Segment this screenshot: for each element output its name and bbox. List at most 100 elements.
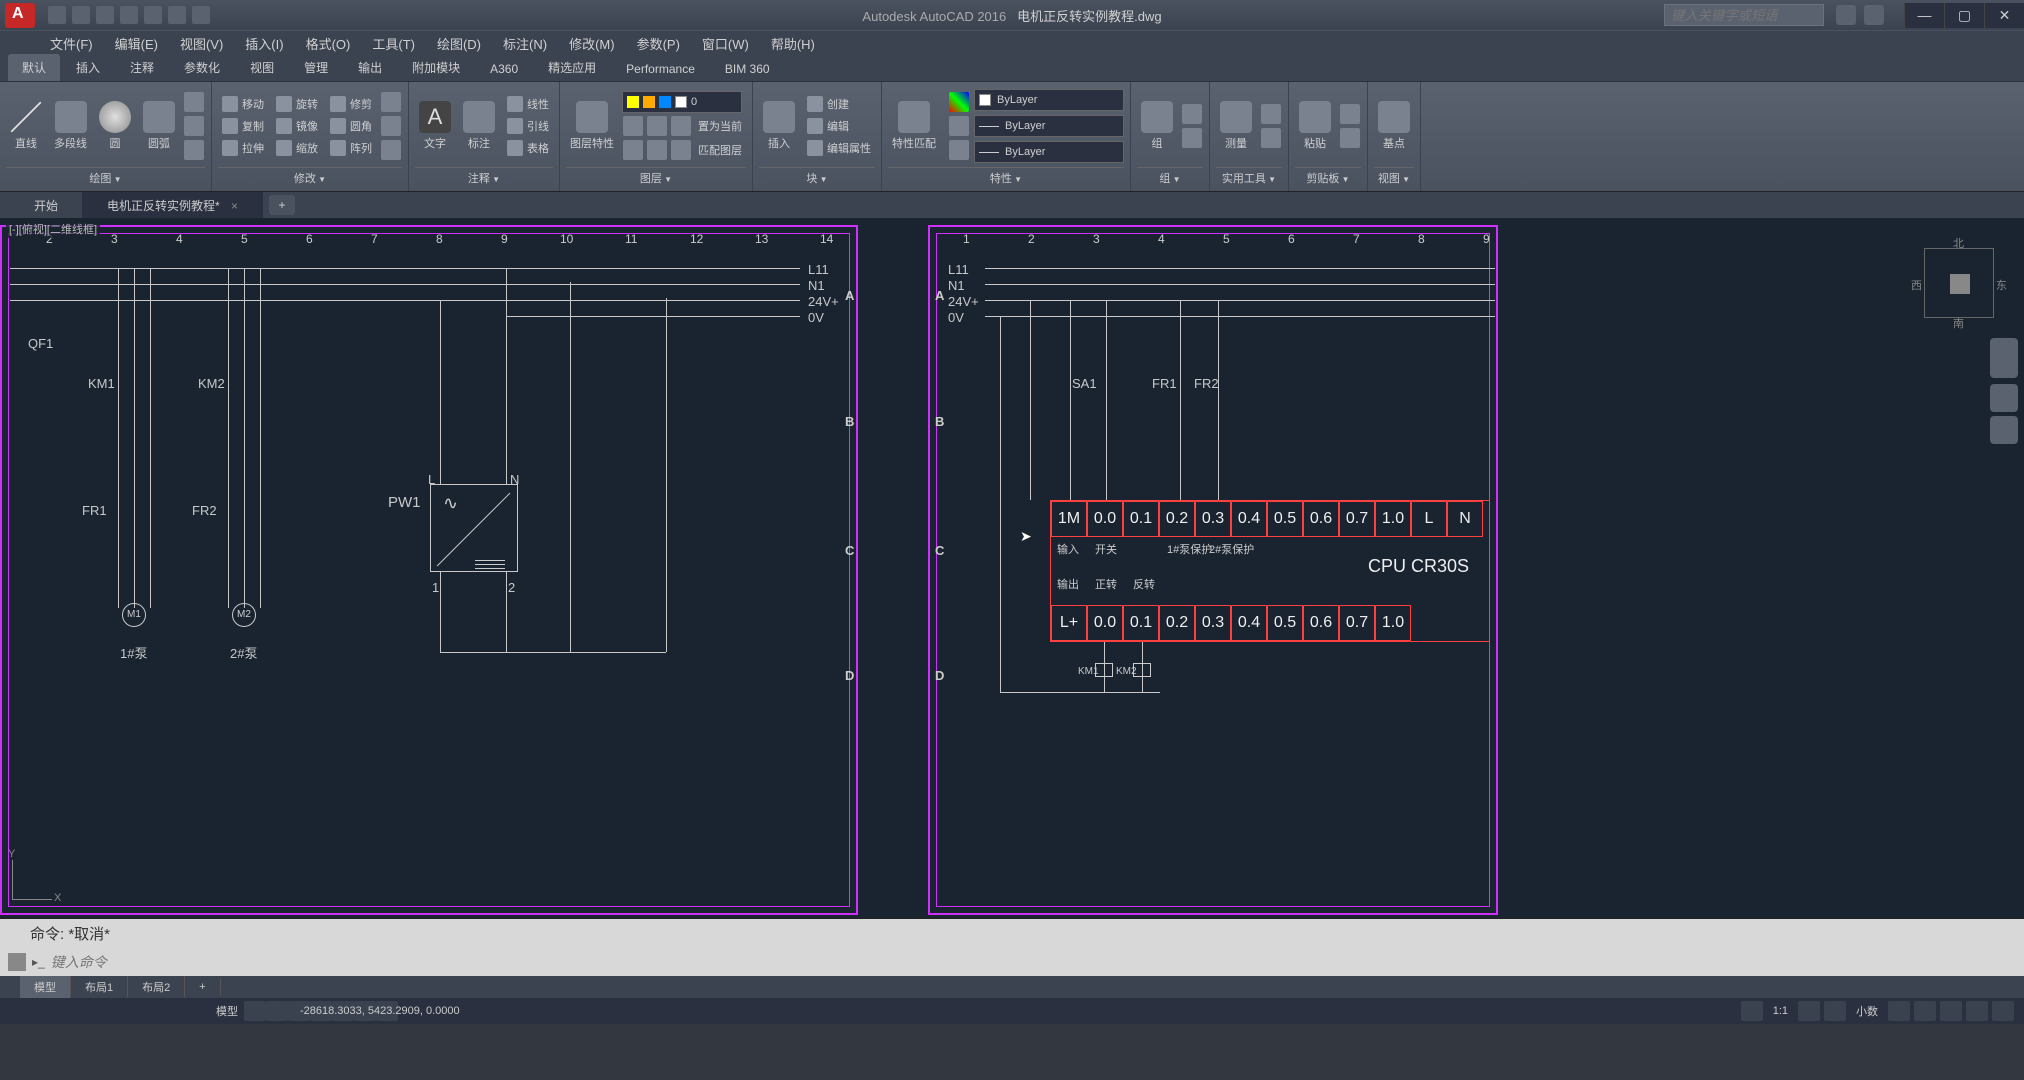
copy-button[interactable]: 复制: [218, 116, 268, 136]
menu-tools[interactable]: 工具(T): [362, 30, 425, 57]
rtab-a360[interactable]: A360: [476, 57, 532, 81]
rtab-bim360[interactable]: BIM 360: [711, 57, 784, 81]
panel-utilities-title[interactable]: 实用工具: [1216, 167, 1282, 188]
offset-icon[interactable]: [381, 140, 401, 160]
tab-layout-add[interactable]: +: [185, 978, 220, 996]
tab-start[interactable]: 开始: [10, 192, 83, 219]
menu-file[interactable]: 文件(F): [40, 30, 103, 57]
leader-button[interactable]: 引线: [503, 116, 553, 136]
dimension-button[interactable]: 标注: [459, 99, 499, 153]
plot-icon[interactable]: [144, 6, 162, 24]
menu-window[interactable]: 窗口(W): [692, 30, 759, 57]
tab-model[interactable]: 模型: [20, 976, 71, 998]
rtab-addins[interactable]: 附加模块: [398, 54, 474, 81]
fillet-button[interactable]: 圆角: [326, 116, 376, 136]
menu-edit[interactable]: 编辑(E): [105, 30, 168, 57]
panel-properties-title[interactable]: 特性: [888, 167, 1124, 188]
mirror-button[interactable]: 镜像: [272, 116, 322, 136]
rtab-performance[interactable]: Performance: [612, 57, 709, 81]
rtab-manage[interactable]: 管理: [290, 54, 342, 81]
help-search-input[interactable]: [1664, 4, 1824, 26]
workspace-icon[interactable]: [1798, 1001, 1820, 1021]
linetype-icon[interactable]: [949, 140, 969, 160]
open-icon[interactable]: [72, 6, 90, 24]
layeroff-icon[interactable]: [623, 116, 643, 136]
selectall-icon[interactable]: [1261, 104, 1281, 124]
menu-modify[interactable]: 修改(M): [559, 30, 625, 57]
line-button[interactable]: 直线: [6, 99, 46, 153]
circle-button[interactable]: 圆: [95, 99, 135, 153]
command-input[interactable]: 键入命令: [49, 950, 2016, 974]
rtab-parametric[interactable]: 参数化: [170, 54, 234, 81]
quickcalc-icon[interactable]: [1261, 128, 1281, 148]
viewscale-button[interactable]: 1:1: [1767, 1005, 1794, 1017]
create-button[interactable]: 创建: [803, 94, 875, 114]
layerlock-icon[interactable]: [671, 116, 691, 136]
customize-icon[interactable]: [1992, 1001, 2014, 1021]
rtab-default[interactable]: 默认: [8, 54, 60, 81]
text-button[interactable]: A文字: [415, 99, 455, 153]
redo-icon[interactable]: [192, 6, 210, 24]
linetype-dropdown[interactable]: ByLayer: [974, 141, 1124, 163]
isolate-icon[interactable]: [1914, 1001, 1936, 1021]
layerfreeze-icon[interactable]: [647, 116, 667, 136]
menu-parametric[interactable]: 参数(P): [627, 30, 690, 57]
panel-draw-title[interactable]: 绘图: [6, 167, 205, 188]
ungroup-icon[interactable]: [1182, 104, 1202, 124]
maximize-button[interactable]: ▢: [1944, 3, 1984, 28]
snap-toggle-icon[interactable]: [266, 1001, 288, 1021]
erase-icon[interactable]: [381, 92, 401, 112]
tab-layout2[interactable]: 布局2: [128, 976, 185, 998]
panel-annotation-title[interactable]: 注释: [415, 167, 553, 188]
rotate-button[interactable]: 旋转: [272, 94, 322, 114]
menu-help[interactable]: 帮助(H): [761, 30, 825, 57]
cleanscreen-icon[interactable]: [1966, 1001, 1988, 1021]
minimize-button[interactable]: —: [1904, 3, 1944, 28]
menu-dimension[interactable]: 标注(N): [493, 30, 557, 57]
base-button[interactable]: 基点: [1374, 99, 1414, 153]
annomonitor-icon[interactable]: [1824, 1001, 1846, 1021]
coordinates[interactable]: -28618.3033, 5423.2909, 0.0000: [300, 1005, 460, 1017]
menu-draw[interactable]: 绘图(D): [427, 30, 491, 57]
signin-icon[interactable]: [1836, 5, 1856, 25]
layer-props-button[interactable]: 图层特性: [566, 99, 618, 153]
command-handle-icon[interactable]: [8, 953, 26, 971]
units-button[interactable]: 小数: [1850, 1003, 1884, 1019]
tab-close-icon[interactable]: ×: [231, 199, 238, 213]
menu-format[interactable]: 格式(O): [296, 30, 361, 57]
color-icon[interactable]: [949, 92, 969, 112]
edit-button[interactable]: 编辑: [803, 116, 875, 136]
ellipse-icon[interactable]: [184, 140, 204, 160]
lineweight-icon[interactable]: [949, 116, 969, 136]
panel-group-title[interactable]: 组: [1137, 167, 1203, 188]
stretch-button[interactable]: 拉伸: [218, 138, 268, 158]
insert-button[interactable]: 插入: [759, 99, 799, 153]
table-button[interactable]: 表格: [503, 138, 553, 158]
color-dropdown[interactable]: ByLayer: [974, 89, 1124, 111]
editattr-button[interactable]: 编辑属性: [803, 138, 875, 158]
steering-wheel-icon[interactable]: [1990, 338, 2018, 378]
groupedit-icon[interactable]: [1182, 128, 1202, 148]
move-button[interactable]: 移动: [218, 94, 268, 114]
menu-insert[interactable]: 插入(I): [235, 30, 293, 57]
measure-button[interactable]: 测量: [1216, 99, 1256, 153]
grid-toggle-icon[interactable]: [244, 1001, 266, 1021]
quickprops-icon[interactable]: [1888, 1001, 1910, 1021]
layerthaw-icon[interactable]: [647, 140, 667, 160]
lineweight-dropdown[interactable]: ByLayer: [974, 115, 1124, 137]
matchlayer-button[interactable]: 匹配图层: [694, 139, 746, 161]
scale-button[interactable]: 缩放: [272, 138, 322, 158]
setcurrent-button[interactable]: 置为当前: [694, 115, 746, 137]
matchprops-button[interactable]: 特性匹配: [888, 99, 940, 153]
rtab-annotate[interactable]: 注释: [116, 54, 168, 81]
drawing-area[interactable]: [-][俯视][二维线框] 2 3 4 5 6 7 8 9 10 11 12 1…: [0, 218, 2024, 918]
tab-drawing[interactable]: 电机正反转实例教程* ×: [83, 192, 263, 219]
exchange-icon[interactable]: [1864, 5, 1884, 25]
panel-clipboard-title[interactable]: 剪贴板: [1295, 167, 1361, 188]
arc-button[interactable]: 圆弧: [139, 99, 179, 153]
cut-icon[interactable]: [1340, 104, 1360, 124]
close-button[interactable]: ✕: [1984, 3, 2024, 28]
panel-modify-title[interactable]: 修改: [218, 167, 402, 188]
panel-block-title[interactable]: 块: [759, 167, 875, 188]
copy-icon[interactable]: [1340, 128, 1360, 148]
